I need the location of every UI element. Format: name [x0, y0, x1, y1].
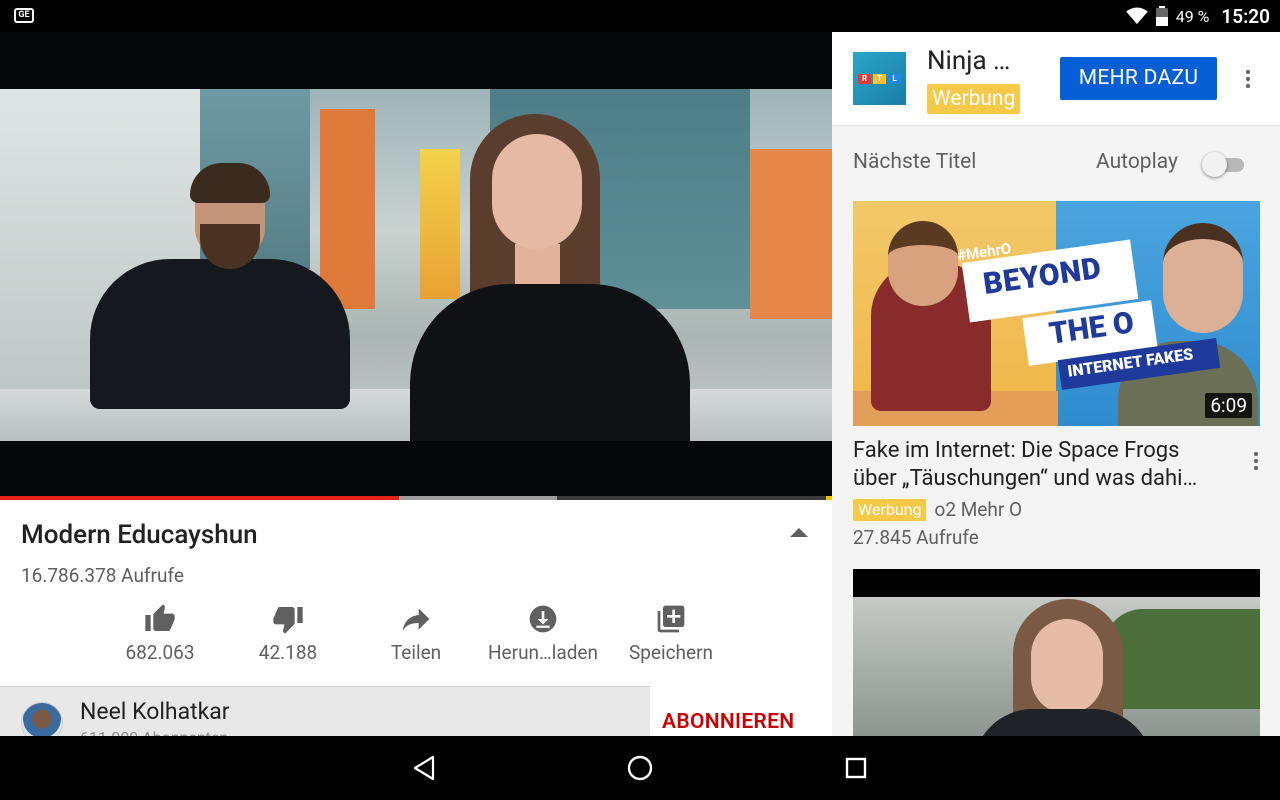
- battery-percent: 49 %: [1175, 6, 1210, 26]
- download-button[interactable]: Herun…laden: [479, 600, 607, 680]
- up-next-views: 27.845 Aufrufe: [853, 526, 979, 549]
- notification-app-icon: GE: [14, 8, 34, 23]
- save-label: Speichern: [628, 641, 714, 664]
- status-bar: GE 49 % 15:20: [0, 0, 1280, 32]
- autoplay-toggle[interactable]: [1202, 152, 1246, 177]
- video-title: Modern Educayshun: [21, 520, 258, 550]
- up-next-title[interactable]: Fake im Internet: Die Space Frogs über „…: [853, 437, 1233, 493]
- up-next-thumbnail[interactable]: #MehrO BEYOND THE O INTERNET FAKES 6:09: [853, 201, 1260, 426]
- download-icon: [527, 603, 559, 635]
- autoplay-label: Autoplay: [1096, 150, 1178, 174]
- back-button[interactable]: [408, 752, 440, 784]
- ad-badge: Werbung: [927, 84, 1021, 114]
- dislike-button[interactable]: 42.188: [224, 600, 352, 680]
- recents-square-icon: [845, 757, 867, 779]
- channel-row[interactable]: Neel Kolhatkar 611.000 Abonnenten ABONNI…: [0, 686, 832, 747]
- share-label: Teilen: [390, 641, 442, 664]
- view-count: 16.786.378 Aufrufe: [21, 564, 184, 587]
- rtl-logo[interactable]: R T L: [853, 52, 906, 105]
- collapse-icon[interactable]: [790, 528, 808, 537]
- recents-button[interactable]: [840, 752, 872, 784]
- up-next-channel: o2 Mehr O: [934, 498, 1023, 521]
- action-bar: 682.063 42.188 Teilen Herun…laden Speich…: [0, 600, 832, 680]
- video-more-options-icon[interactable]: [1254, 452, 1258, 473]
- save-button[interactable]: Speichern: [607, 600, 735, 680]
- ad-more-options-icon[interactable]: [1246, 70, 1250, 91]
- like-count: 682.063: [125, 641, 195, 664]
- channel-name[interactable]: Neel Kolhatkar: [80, 698, 230, 725]
- system-nav-bar: [0, 736, 1280, 800]
- share-icon: [400, 603, 432, 635]
- home-button[interactable]: [624, 752, 656, 784]
- thumbs-up-icon: [144, 603, 176, 635]
- video-frame: [0, 89, 832, 441]
- back-triangle-icon: [413, 755, 435, 781]
- ad-companion-banner[interactable]: R T L Ninja … Werbung MEHR DAZU: [832, 32, 1280, 126]
- ad-title[interactable]: Ninja …: [927, 46, 1010, 76]
- battery-icon: [1155, 6, 1168, 26]
- video-info: Modern Educayshun 16.786.378 Aufrufe 682…: [0, 500, 832, 747]
- share-button[interactable]: Teilen: [352, 600, 480, 680]
- video-player[interactable]: [0, 32, 832, 498]
- download-label: Herun…laden: [488, 641, 598, 664]
- dislike-count: 42.188: [258, 641, 318, 664]
- clock: 15:20: [1221, 4, 1270, 28]
- home-circle-icon: [627, 755, 653, 781]
- up-next-thumbnail-2[interactable]: [853, 569, 1260, 736]
- up-next-label: Nächste Titel: [853, 150, 977, 174]
- up-next-meta: Werbung o2 Mehr O: [853, 498, 1022, 521]
- status-right: 49 % 15:20: [1125, 0, 1270, 32]
- video-duration: 6:09: [1205, 393, 1252, 418]
- playlist-add-icon: [655, 603, 687, 635]
- like-button[interactable]: 682.063: [96, 600, 224, 680]
- subscribe-button[interactable]: ABONNIEREN: [662, 710, 794, 734]
- learn-more-button[interactable]: MEHR DAZU: [1060, 57, 1217, 100]
- wifi-icon: [1125, 7, 1148, 25]
- thumbs-down-icon: [272, 603, 304, 635]
- ad-badge-small: Werbung: [853, 498, 927, 521]
- sidebar-panel: R T L Ninja … Werbung MEHR DAZU Nächste …: [832, 32, 1280, 736]
